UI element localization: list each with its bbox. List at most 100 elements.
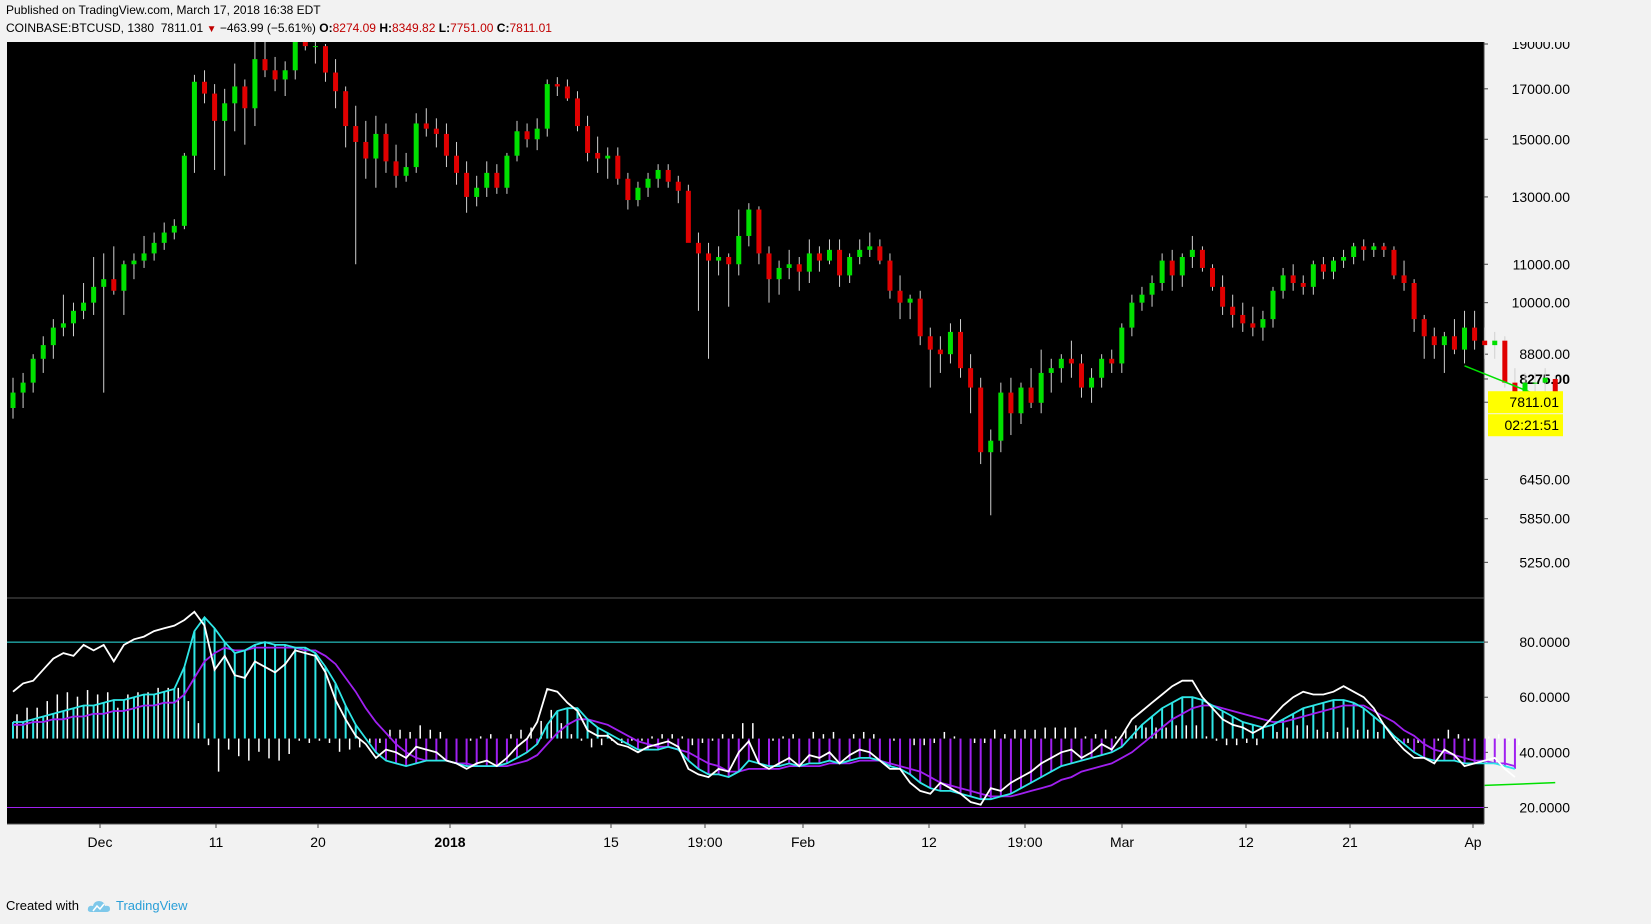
candle-body [1431, 336, 1437, 346]
candle-body [1391, 249, 1397, 276]
price-tick-label: 17000.00 [1512, 81, 1571, 97]
candle-body [1482, 340, 1488, 346]
candle-body [1068, 358, 1074, 364]
candle-body [716, 256, 722, 261]
candle-body [595, 152, 601, 159]
symbol-label: COINBASE:BTCUSD, 1380 [6, 21, 155, 35]
candle-body [947, 331, 953, 355]
candle-body [897, 290, 903, 303]
candle-body [1280, 275, 1286, 291]
candle-body [141, 253, 147, 261]
close-label: C: [496, 21, 510, 35]
candle-body [1099, 358, 1105, 378]
candle-body [1441, 336, 1447, 346]
candle-body [333, 72, 339, 92]
candle-body [40, 345, 46, 359]
time-tick-label: Mar [1110, 834, 1134, 850]
candle-body [1250, 323, 1256, 328]
candle-body [988, 440, 994, 453]
candle-body [1421, 319, 1427, 337]
time-tick-label: 12 [1238, 834, 1254, 850]
time-tick-label: 19:00 [687, 834, 722, 850]
candle-body [70, 310, 76, 324]
candle-body [252, 59, 258, 109]
candle-body [393, 161, 399, 176]
price-change: −463.99 (−5.61%) [219, 21, 316, 35]
candle-body [907, 298, 913, 303]
candle-body [161, 232, 167, 243]
candle-body [30, 358, 36, 383]
candle-body [272, 70, 278, 80]
cloud-logo-icon [87, 900, 110, 912]
chart-area[interactable]: 19000.00 17000.00 15000.00 13000.00 11000.00… [0, 42, 1651, 892]
candle-body [1078, 363, 1084, 388]
price-tick-label: 5250.00 [1519, 554, 1570, 570]
candle-body [1462, 327, 1468, 350]
candle-body [585, 126, 591, 153]
candle-body [806, 253, 812, 272]
price-tick-label: 6450.00 [1519, 471, 1570, 487]
tradingview-link[interactable]: TradingView [87, 898, 188, 913]
candle-body [403, 167, 409, 176]
candle-body [534, 128, 540, 140]
candle-body [958, 331, 964, 369]
candle-body [222, 103, 228, 121]
candle-body [1018, 387, 1024, 414]
candle-body [1260, 319, 1266, 328]
candle-body [302, 42, 308, 47]
time-tick-label: 2018 [434, 834, 465, 850]
candle-body [504, 155, 510, 188]
candle-body [1119, 327, 1125, 364]
candle-body [756, 209, 762, 254]
candle-body [867, 246, 873, 250]
candle-body [1008, 392, 1014, 414]
candle-body [433, 128, 439, 134]
candle-body [826, 249, 832, 261]
candle-body [554, 84, 560, 87]
candle-body [353, 126, 359, 142]
candle-body [1300, 283, 1306, 287]
price-tick-label: 10000.00 [1512, 295, 1571, 311]
candle-body [776, 267, 782, 280]
time-tick-label: 19:00 [1007, 834, 1042, 850]
time-tick-label: 11 [209, 834, 224, 850]
candle-body [171, 225, 177, 233]
brand-label: TradingView [115, 898, 188, 913]
candle-body [1149, 283, 1155, 295]
candle-body [968, 368, 974, 388]
candle-body [1310, 264, 1316, 287]
candle-body [917, 298, 923, 337]
candle-body [1038, 372, 1044, 403]
price-tick-label: 19000.00 [1512, 42, 1571, 52]
candle-body [685, 190, 691, 243]
candle-body [998, 392, 1004, 441]
candle-body [1230, 306, 1236, 315]
candle-body [1361, 246, 1367, 250]
low-value: 7751.00 [450, 21, 494, 35]
close-value: 7811.01 [509, 21, 552, 35]
candle-body [1210, 267, 1216, 287]
price-tick-label: 11000.00 [1513, 256, 1571, 272]
candle-body [564, 86, 570, 99]
candle-body [474, 187, 480, 197]
time-tick-label: Dec [88, 834, 113, 850]
price-tick-label: 13000.00 [1512, 189, 1571, 205]
candle-body [655, 169, 661, 179]
candle-body [544, 84, 550, 129]
candle-body [1169, 260, 1175, 276]
candle-body [927, 336, 933, 350]
candle-body [1532, 382, 1538, 384]
candle-body [786, 264, 792, 268]
candle-body [645, 178, 651, 188]
price-tick-label: 8800.00 [1519, 346, 1570, 362]
candle-body [413, 123, 419, 168]
candle-body [1542, 377, 1548, 383]
candle-body [726, 256, 732, 265]
candle-body [524, 131, 530, 140]
candle-body [262, 59, 268, 71]
candle-body [50, 327, 56, 346]
price-tag-label: 7811.01 [1509, 394, 1559, 410]
candle-body [111, 279, 117, 291]
candle-body [978, 387, 984, 453]
candle-body [383, 133, 389, 162]
